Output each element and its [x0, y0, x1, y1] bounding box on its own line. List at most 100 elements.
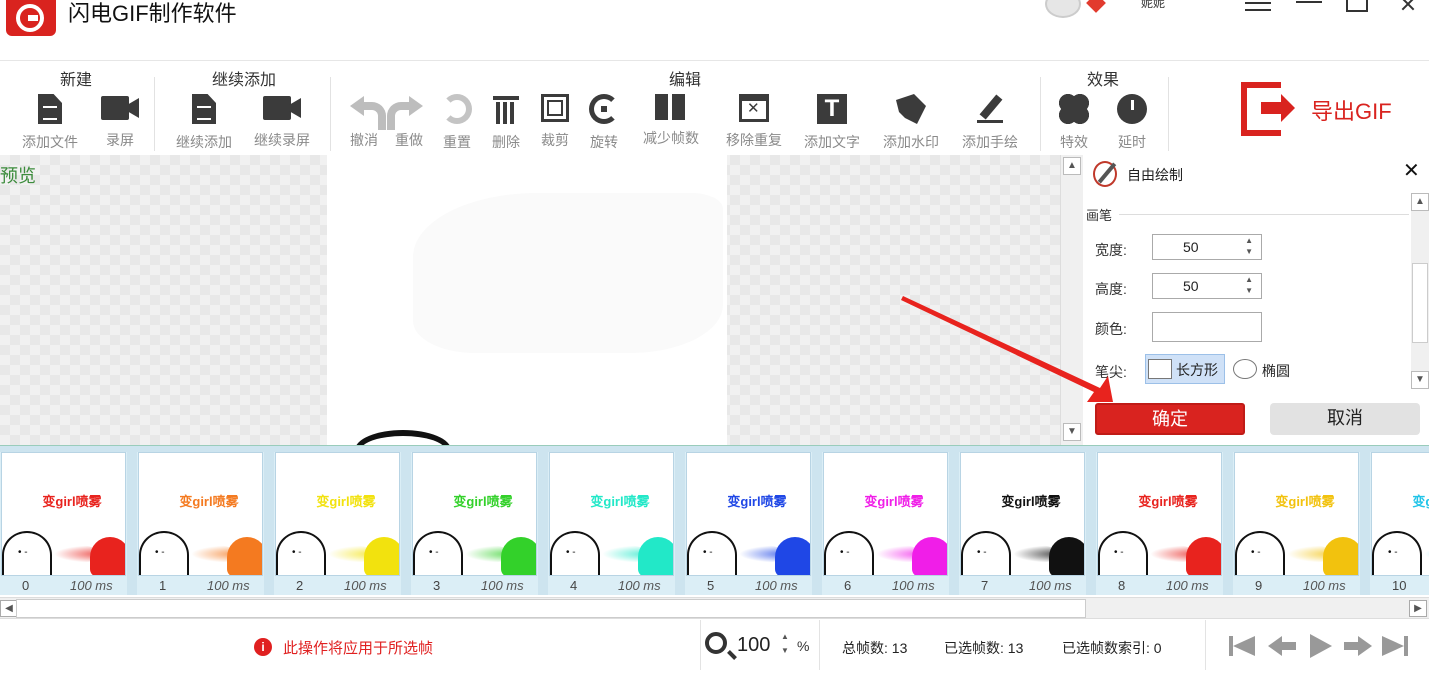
stepper-arrows-icon[interactable]: ▲ ▼	[1245, 235, 1253, 257]
username[interactable]: 妮妮	[1141, 0, 1165, 11]
frame-caption: 变girl喷雾	[590, 494, 650, 509]
add-watermark-button[interactable]: 添加水印	[879, 94, 943, 152]
frame-image[interactable]: 变girl喷雾	[1097, 452, 1222, 576]
drawing-canvas[interactable]	[327, 155, 727, 445]
frame-delay[interactable]: 100 ms	[1303, 578, 1346, 593]
rotate-button[interactable]: 旋转	[572, 94, 636, 152]
frame-thumbnail[interactable]: 变girl喷雾 0 100 ms	[0, 452, 127, 595]
previous-frame-icon[interactable]	[1268, 634, 1296, 658]
preview-area[interactable]: 预览	[0, 155, 1060, 445]
frame-image[interactable]: 变girl喷雾	[960, 452, 1085, 576]
zoom-icon[interactable]	[705, 632, 727, 654]
next-frame-icon[interactable]	[1344, 634, 1372, 658]
frame-index: 4	[570, 578, 578, 593]
add-text-button[interactable]: 添加文字	[800, 94, 864, 152]
first-frame-icon[interactable]	[1229, 634, 1257, 658]
scroll-thumb[interactable]	[16, 599, 1086, 618]
frame-image[interactable]: 变girl喷雾	[412, 452, 537, 576]
character-sprite	[550, 531, 600, 575]
frame-index: 1	[159, 578, 167, 593]
scroll-thumb[interactable]	[1412, 263, 1428, 343]
frame-image[interactable]: 变girl喷雾	[823, 452, 948, 576]
color-picker[interactable]	[1152, 312, 1262, 342]
frame-image[interactable]: 变girl喷雾	[1371, 452, 1429, 576]
frame-image[interactable]: 变girl喷雾	[686, 452, 811, 576]
stepper-arrows-icon[interactable]: ▲ ▼	[1245, 274, 1253, 296]
export-gif-button[interactable]: 导出GIF	[1241, 82, 1411, 138]
frame-index: 10	[1392, 578, 1407, 593]
remove-duplicates-button[interactable]: 移除重复	[722, 94, 786, 150]
frame-image[interactable]: 变girl喷雾	[1234, 452, 1359, 576]
frame-strip[interactable]: 变girl喷雾 0 100 ms 变girl喷雾 1 100 ms 变girl喷雾 2 100 …	[0, 445, 1429, 595]
play-icon[interactable]	[1306, 634, 1334, 658]
reduce-frames-button[interactable]: 减少帧数	[639, 94, 703, 148]
frame-delay[interactable]: 100 ms	[755, 578, 798, 593]
frame-image[interactable]: 变girl喷雾	[1, 452, 126, 576]
close-window-button[interactable]	[1398, 0, 1418, 14]
frame-thumbnail[interactable]: 变girl喷雾 7 100 ms	[959, 452, 1086, 595]
cancel-button[interactable]: 取消	[1270, 403, 1420, 435]
last-frame-icon[interactable]	[1382, 634, 1410, 658]
tip-rectangle-option[interactable]: 长方形	[1145, 354, 1225, 384]
frame-index: 8	[1118, 578, 1126, 593]
frame-delay[interactable]: 100 ms	[618, 578, 661, 593]
frame-delay[interactable]: 100 ms	[344, 578, 387, 593]
panel-scrollbar[interactable]: ▲ ▼	[1411, 193, 1429, 389]
frame-index: 6	[844, 578, 852, 593]
height-label: 高度:	[1095, 281, 1127, 297]
zoom-control[interactable]: 100 ▲ ▼ %	[700, 620, 820, 670]
frame-thumbnail[interactable]: 变girl喷雾 10	[1370, 452, 1429, 595]
frame-thumbnail[interactable]: 变girl喷雾 6 100 ms	[822, 452, 949, 595]
frame-thumbnail[interactable]: 变girl喷雾 1 100 ms	[137, 452, 264, 595]
close-icon[interactable]: ✕	[1403, 161, 1423, 181]
frame-delay[interactable]: 100 ms	[892, 578, 935, 593]
frame-delay[interactable]: 100 ms	[207, 578, 250, 593]
user-area[interactable]: 妮妮	[1045, 0, 1165, 20]
frame-thumbnail[interactable]: 变girl喷雾 9 100 ms	[1233, 452, 1360, 595]
scroll-down-button[interactable]: ▼	[1411, 371, 1429, 389]
scroll-up-button[interactable]: ▲	[1063, 157, 1081, 175]
frame-thumbnail[interactable]: 变girl喷雾 5 100 ms	[685, 452, 812, 595]
add-file-button[interactable]: 添加文件	[18, 94, 82, 152]
maximize-button[interactable]	[1346, 0, 1368, 12]
frame-image[interactable]: 变girl喷雾	[549, 452, 674, 576]
frame-image[interactable]: 变girl喷雾	[275, 452, 400, 576]
minimize-button[interactable]	[1296, 0, 1322, 14]
frame-thumbnail[interactable]: 变girl喷雾 3 100 ms	[411, 452, 538, 595]
scroll-down-button[interactable]: ▼	[1063, 423, 1081, 441]
ellipse-icon[interactable]	[1233, 359, 1257, 379]
width-stepper[interactable]: 50 ▲ ▼	[1152, 234, 1262, 260]
character-sprite	[1098, 531, 1148, 575]
menu-button[interactable]	[1245, 0, 1271, 14]
frame-delay[interactable]: 100 ms	[1029, 578, 1072, 593]
scroll-right-button[interactable]: ▶	[1409, 600, 1427, 617]
frame-thumbnail[interactable]: 变girl喷雾 8 100 ms	[1096, 452, 1223, 595]
colored-character	[775, 537, 810, 575]
frame-caption: 变girl喷雾	[453, 494, 513, 509]
frame-delay[interactable]: 100 ms	[1166, 578, 1209, 593]
frame-strip-scrollbar[interactable]: ◀ ▶	[0, 597, 1429, 619]
scroll-up-button[interactable]: ▲	[1411, 193, 1429, 211]
height-stepper[interactable]: 50 ▲ ▼	[1152, 273, 1262, 299]
tip-ellipse-option[interactable]: 椭圆	[1262, 361, 1290, 381]
append-file-button[interactable]: 继续添加	[172, 94, 236, 152]
frame-image[interactable]: 变girl喷雾	[138, 452, 263, 576]
record-screen-button[interactable]: 录屏	[88, 94, 152, 150]
effects-button[interactable]: 特效	[1042, 94, 1106, 152]
zoom-stepper-icon[interactable]: ▲ ▼	[781, 630, 789, 658]
add-drawing-button[interactable]: 添加手绘	[958, 94, 1022, 152]
character-sprite	[961, 531, 1011, 575]
append-record-button[interactable]: 继续录屏	[250, 94, 314, 150]
frame-thumbnail[interactable]: 变girl喷雾 2 100 ms	[274, 452, 401, 595]
frame-thumbnail[interactable]: 变girl喷雾 4 100 ms	[548, 452, 675, 595]
preview-scrollbar[interactable]: ▲ ▼	[1060, 155, 1083, 445]
colored-character	[1323, 537, 1358, 575]
frame-delay[interactable]: 100 ms	[70, 578, 113, 593]
vip-badge-icon	[1086, 0, 1106, 13]
confirm-button[interactable]: 确定	[1095, 403, 1245, 435]
avatar[interactable]	[1045, 0, 1081, 18]
delay-button[interactable]: 延时	[1100, 94, 1164, 152]
zoom-value[interactable]: 100	[737, 634, 770, 657]
frame-delay[interactable]: 100 ms	[481, 578, 524, 593]
tip-label: 笔尖:	[1095, 364, 1127, 380]
